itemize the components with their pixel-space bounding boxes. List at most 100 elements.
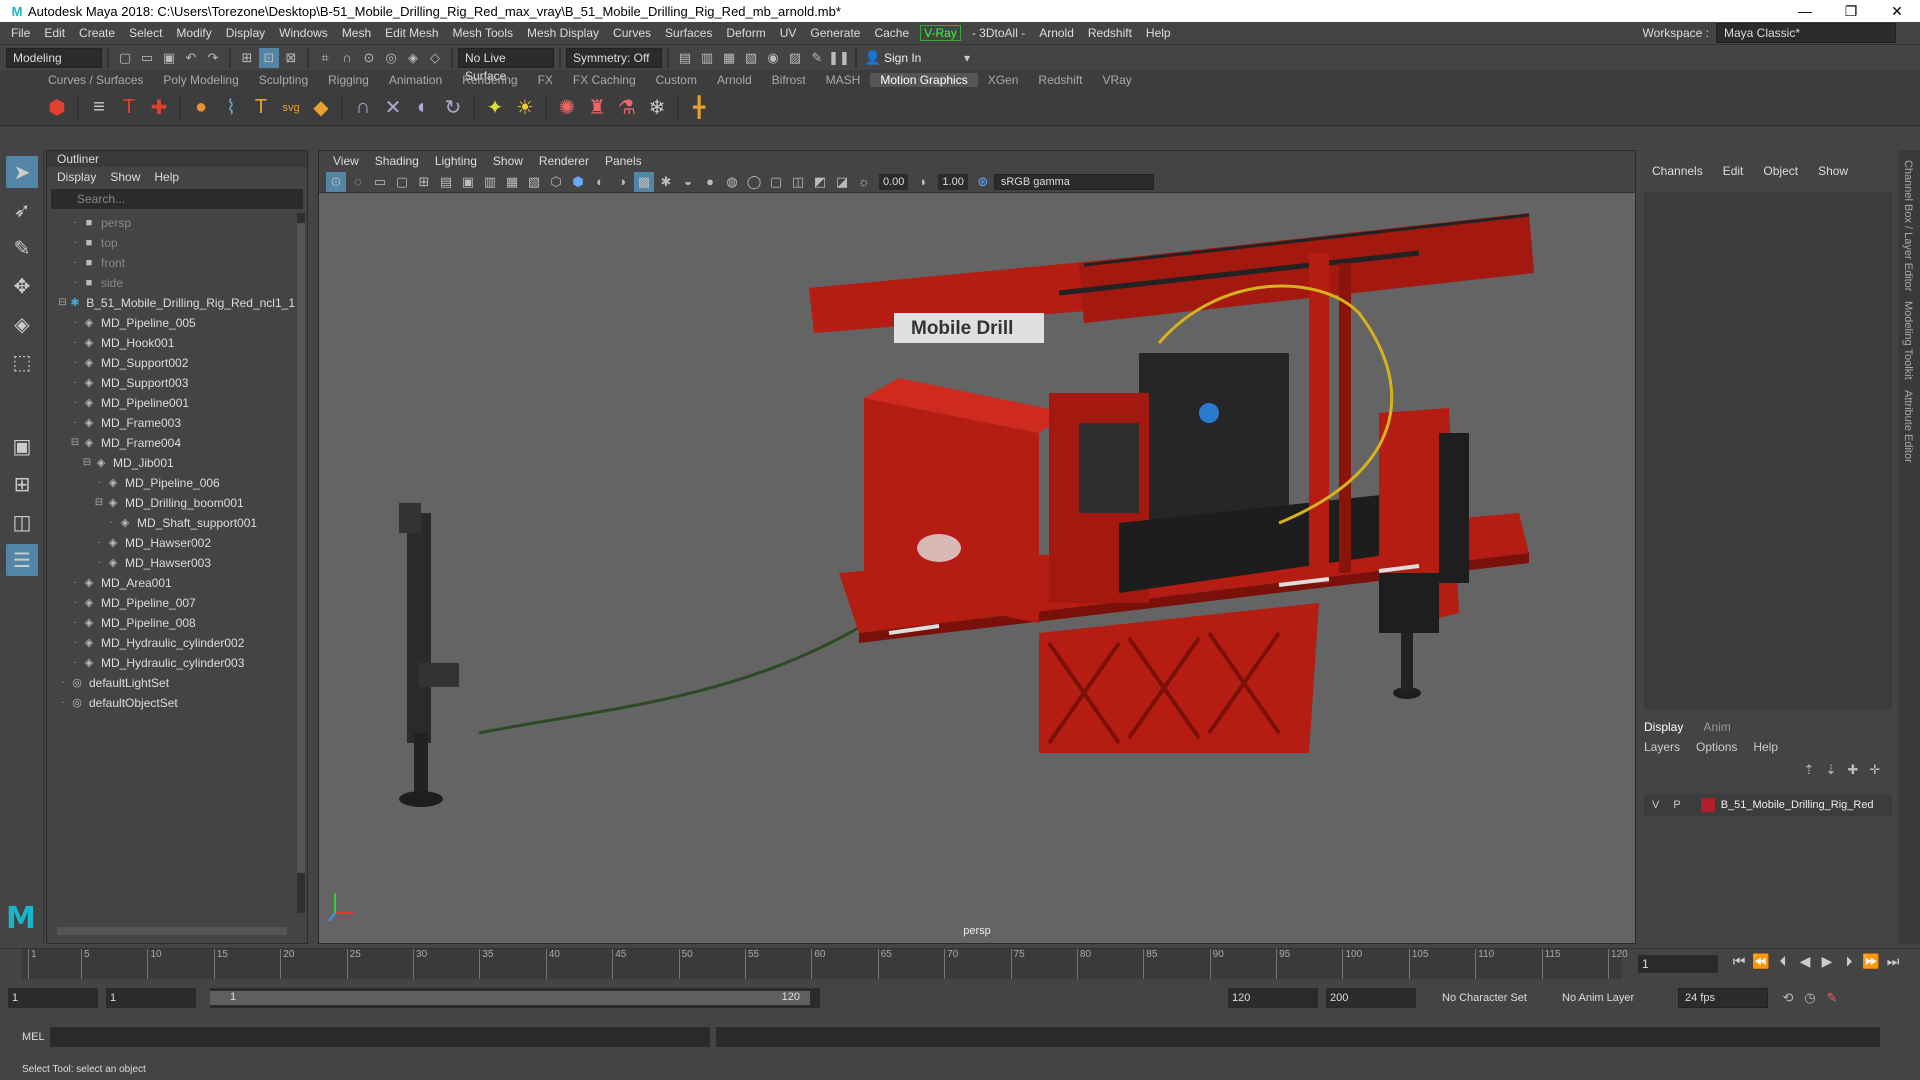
render-settings-icon[interactable]: ▧ — [741, 48, 761, 68]
cb-menu-object[interactable]: Object — [1763, 164, 1798, 178]
range-bar[interactable]: 1 120 — [210, 988, 820, 1008]
anim-end-field[interactable]: 200 — [1326, 988, 1416, 1008]
menu-redshift[interactable]: Redshift — [1081, 26, 1139, 40]
outliner-menu-show[interactable]: Show — [110, 170, 140, 184]
outliner-hscrollbar[interactable] — [57, 927, 287, 935]
shelf-tab-custom[interactable]: Custom — [646, 73, 707, 87]
sweep-icon[interactable]: ✚ — [144, 93, 174, 123]
snap-curve-icon[interactable]: ∩ — [337, 48, 357, 68]
outliner-item[interactable]: · ■ side — [47, 273, 295, 293]
outliner-item[interactable]: · ◈ MD_Pipeline_008 — [47, 613, 295, 633]
chevron-down-icon[interactable]: ▾ — [964, 51, 970, 65]
layer-color-swatch[interactable] — [1700, 798, 1715, 812]
snap-grid-icon[interactable]: ⌗ — [315, 48, 335, 68]
menu-arnold[interactable]: Arnold — [1032, 26, 1081, 40]
outliner-item[interactable]: · ◈ MD_Hook001 — [47, 333, 295, 353]
live-surface-field[interactable]: No Live Surface — [458, 47, 554, 83]
layer-menu-help[interactable]: Help — [1753, 740, 1778, 754]
shirt-icon[interactable]: ♜ — [582, 93, 612, 123]
gate-mask-icon[interactable]: ▥ — [480, 172, 500, 192]
close-icon[interactable]: ✕ — [1874, 3, 1920, 20]
paint-select-icon[interactable]: ✎ — [6, 232, 38, 264]
outliner-item[interactable]: · ◈ MD_Support003 — [47, 373, 295, 393]
shelf-tab-fx-caching[interactable]: FX Caching — [563, 73, 646, 87]
select-object-icon[interactable]: ⊡ — [259, 47, 279, 68]
aa-icon[interactable]: ◯ — [744, 172, 764, 192]
step-forward-frame-icon[interactable]: ⏵ — [1838, 953, 1860, 970]
outliner-item[interactable]: · ◈ MD_Hydraulic_cylinder002 — [47, 633, 295, 653]
anim-prefs-icon[interactable]: ✎ — [1822, 988, 1842, 1008]
outliner-item[interactable]: · ◈ MD_Shaft_support001 — [47, 513, 295, 533]
safe-action-icon[interactable]: ▧ — [524, 172, 544, 192]
menu-help[interactable]: Help — [1139, 26, 1178, 40]
shelf-tab-mash[interactable]: MASH — [816, 73, 871, 87]
pause-icon[interactable]: ❚❚ — [828, 48, 850, 68]
menu-edit[interactable]: Edit — [37, 26, 72, 40]
outliner-menu-display[interactable]: Display — [57, 170, 96, 184]
open-scene-icon[interactable]: ▭ — [137, 48, 157, 68]
wire-icon[interactable]: ✕ — [378, 93, 408, 123]
xray-icon[interactable]: ◫ — [788, 172, 808, 192]
outliner-layout-icon[interactable]: ☰ — [6, 544, 38, 576]
svg-icon[interactable]: svg — [276, 93, 306, 123]
bookmark-icon[interactable]: ▭ — [370, 172, 390, 192]
vtab-channel-box[interactable]: Channel Box / Layer Editor — [1902, 160, 1914, 291]
wireframe-icon[interactable]: ⬡ — [546, 172, 566, 192]
shelf-tab-poly[interactable]: Poly Modeling — [153, 73, 248, 87]
shelf-tab-motion-graphics[interactable]: Motion Graphics — [870, 73, 978, 87]
menu-create[interactable]: Create — [72, 26, 122, 40]
cb-menu-channels[interactable]: Channels — [1652, 164, 1703, 178]
menu-mesh-tools[interactable]: Mesh Tools — [446, 26, 520, 40]
ao-icon[interactable]: ● — [700, 172, 720, 192]
menu-windows[interactable]: Windows — [272, 26, 335, 40]
film-gate-icon[interactable]: ▤ — [436, 172, 456, 192]
image-plane-icon[interactable]: ▢ — [392, 172, 412, 192]
vtab-modeling-toolkit[interactable]: Modeling Toolkit — [1902, 301, 1914, 380]
backface-icon[interactable]: ◪ — [832, 172, 852, 192]
shelf-tab-arnold[interactable]: Arnold — [707, 73, 762, 87]
go-to-start-icon[interactable]: ⏮ — [1728, 953, 1750, 970]
undo-icon[interactable]: ↶ — [181, 48, 201, 68]
vtab-attribute-editor[interactable]: Attribute Editor — [1902, 390, 1914, 463]
go-to-end-icon[interactable]: ⏭ — [1882, 953, 1904, 970]
outliner-item[interactable]: · ◈ MD_Pipeline_005 — [47, 313, 295, 333]
grid-icon[interactable]: ⊞ — [414, 172, 434, 192]
snap-surface-icon[interactable]: ◈ — [403, 48, 423, 68]
vp-menu-lighting[interactable]: Lighting — [427, 154, 485, 168]
network-icon[interactable]: ✺ — [552, 93, 582, 123]
textured-icon[interactable]: ▩ — [634, 171, 654, 192]
move-tool-icon[interactable]: ✥ — [6, 270, 38, 302]
new-layer-icon[interactable]: ✚ — [1843, 760, 1863, 780]
box-icon[interactable]: ◆ — [306, 93, 336, 123]
outliner-search-input[interactable]: Search... — [51, 189, 303, 209]
step-forward-key-icon[interactable]: ⏩ — [1860, 953, 1882, 970]
four-pane-layout-icon[interactable]: ⊞ — [6, 468, 38, 500]
shelf-tab-fx[interactable]: FX — [528, 73, 563, 87]
anim-start-field[interactable]: 1 — [8, 988, 98, 1008]
wireframe-on-shaded-icon[interactable]: ◑ — [612, 172, 632, 192]
outliner-item[interactable]: · ◈ MD_Area001 — [47, 573, 295, 593]
outliner-item[interactable]: · ◈ MD_Pipeline_006 — [47, 473, 295, 493]
menu-modify[interactable]: Modify — [169, 26, 218, 40]
fps-dropdown[interactable]: 24 fps — [1678, 988, 1768, 1008]
shelf-tab-vray[interactable]: VRay — [1092, 73, 1141, 87]
outliner-item[interactable]: · ◈ MD_Hawser002 — [47, 533, 295, 553]
step-back-frame-icon[interactable]: ⏴ — [1772, 953, 1794, 970]
shelf-tab-bifrost[interactable]: Bifrost — [762, 73, 816, 87]
cb-menu-show[interactable]: Show — [1818, 164, 1848, 178]
shelf-tab-rigging[interactable]: Rigging — [318, 73, 379, 87]
light-icon[interactable]: ☀ — [510, 93, 540, 123]
shelf-tab-xgen[interactable]: XGen — [978, 73, 1029, 87]
lights-icon[interactable]: ✱ — [656, 172, 676, 192]
collapse-icon[interactable]: ⊟ — [69, 433, 81, 453]
select-tool-icon[interactable]: ➤ — [6, 156, 38, 188]
move-layer-down-icon[interactable]: ⇣ — [1821, 760, 1841, 780]
menu-mesh[interactable]: Mesh — [335, 26, 378, 40]
channel-box-area[interactable] — [1644, 192, 1892, 710]
playback-start-field[interactable]: 1 — [106, 988, 196, 1008]
cone-icon[interactable]: ◐ — [408, 93, 438, 123]
text-tool-icon[interactable]: T — [114, 93, 144, 123]
character-set-dropdown[interactable]: No Character Set — [1442, 992, 1552, 1004]
menu-deform[interactable]: Deform — [719, 26, 772, 40]
gamma-icon[interactable]: ◗ — [913, 172, 933, 192]
